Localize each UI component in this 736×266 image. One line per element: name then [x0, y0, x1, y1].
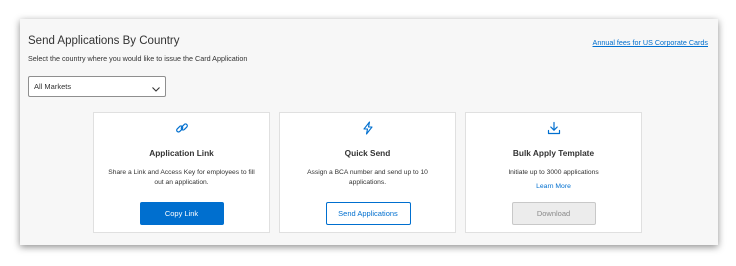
card-title: Application Link [149, 148, 214, 158]
download-button: Download [511, 202, 596, 225]
card-title: Quick Send [344, 148, 391, 158]
bulk-apply-card: Bulk Apply Template Initiate up to 3000 … [465, 112, 642, 233]
card-description: Assign a BCA number and send up to 10 ap… [307, 169, 428, 186]
link-icon [175, 121, 189, 135]
page-title: Send Applications By Country [28, 35, 180, 47]
card-title: Bulk Apply Template [512, 148, 595, 158]
annual-fees-link[interactable]: Annual fees for US Corporate Cards [593, 38, 708, 47]
lightning-icon [361, 121, 375, 135]
quick-send-card: Quick Send Assign a BCA number and send … [279, 112, 456, 233]
download-icon [547, 121, 561, 135]
card-description: Initiate up to 3000 applications [508, 169, 599, 176]
page-subtitle: Select the country where you would like … [28, 54, 248, 63]
market-select[interactable]: All Markets [28, 76, 166, 97]
card-description: Share a Link and Access Key for employee… [108, 169, 255, 186]
chevron-down-icon [151, 81, 161, 92]
application-link-card: Application Link Share a Link and Access… [93, 112, 270, 233]
learn-more-link[interactable]: Learn More [466, 183, 641, 190]
send-applications-panel: Send Applications By Country Select the … [20, 19, 718, 245]
copy-link-button[interactable]: Copy Link [139, 202, 224, 225]
send-applications-button[interactable]: Send Applications [325, 202, 411, 225]
market-select-value: All Markets [34, 82, 72, 91]
